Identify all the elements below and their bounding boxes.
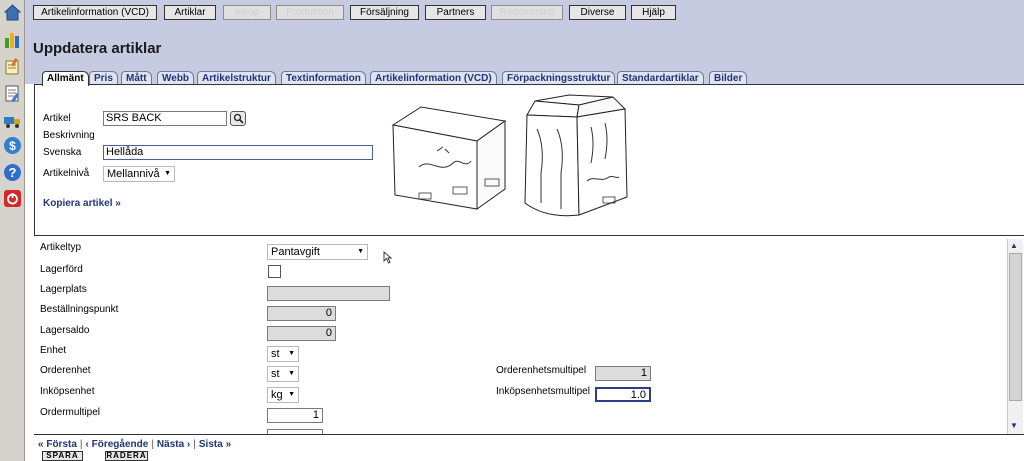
save-button[interactable]: SPARA <box>42 451 83 461</box>
lagerplats-input[interactable] <box>267 286 390 301</box>
mouse-cursor-icon <box>383 251 393 267</box>
pager-next-link[interactable]: Nästa › <box>157 439 190 450</box>
chart-icon[interactable] <box>3 30 22 49</box>
ordermultipel-label: Ordermultipel <box>40 407 101 418</box>
lagersaldo-label: Lagersaldo <box>40 325 90 336</box>
enhet-value: st <box>271 348 280 360</box>
chevron-down-icon: ▼ <box>288 391 295 398</box>
page-title: Uppdatera artiklar <box>33 40 162 57</box>
box-illustration <box>389 99 509 211</box>
divider <box>34 434 1024 435</box>
artikelniva-value: Mellannivå <box>107 168 160 180</box>
bestallningspunkt-input[interactable]: 0 <box>267 306 336 321</box>
pager-first-link[interactable]: « Första <box>38 439 77 450</box>
document-edit-icon[interactable] <box>3 84 22 103</box>
details-panel: Artikeltyp Pantavgift ▼ Lagerförd Lagerp… <box>34 239 1007 434</box>
menu-tab-hjalp[interactable]: Hjälp <box>631 5 676 20</box>
tab-matt[interactable]: Mått <box>121 71 152 85</box>
lagerford-label: Lagerförd <box>40 264 83 275</box>
orderenhetsmultipel-label: Orderenhetsmultipel <box>496 365 587 376</box>
lagersaldo-input[interactable]: 0 <box>267 326 336 341</box>
tab-artikelstruktur[interactable]: Artikelstruktur <box>197 71 276 85</box>
artikelniva-label: Artikelnivå <box>43 168 90 179</box>
menu-tab-partners[interactable]: Partners <box>425 5 486 20</box>
orderenhetsmultipel-input[interactable]: 1 <box>595 366 651 381</box>
tab-standardartiklar[interactable]: Standardartiklar <box>617 71 704 85</box>
kopiera-artikel-link[interactable]: Kopiera artikel » <box>43 198 121 209</box>
truck-icon[interactable] <box>3 111 22 130</box>
dollar-icon[interactable]: $ <box>3 136 22 155</box>
home-icon[interactable] <box>3 3 22 22</box>
ordermultipel-input[interactable]: 1 <box>267 408 323 423</box>
help-icon[interactable]: ? <box>3 163 22 182</box>
artikel-input[interactable]: SRS BACK <box>103 111 227 126</box>
orderenhet-select[interactable]: st ▼ <box>267 366 299 382</box>
inkopsenhetsmultipel-input[interactable]: 1.0 <box>595 387 651 402</box>
tab-pris[interactable]: Pris <box>89 71 118 85</box>
orderenhet-value: st <box>271 368 280 380</box>
tab-webb[interactable]: Webb <box>157 71 195 85</box>
search-button[interactable] <box>230 111 246 126</box>
tab-allmant[interactable]: Allmänt <box>42 71 89 86</box>
menu-tab-redovisning: Redovisning <box>491 5 563 20</box>
menu-tab-artiklar[interactable]: Artiklar <box>164 5 216 20</box>
svenska-input[interactable]: Hellåda <box>103 145 373 160</box>
bottle-carrier-illustration <box>521 93 633 221</box>
lagerplats-label: Lagerplats <box>40 284 87 295</box>
notepad-icon[interactable] <box>3 57 22 76</box>
svg-text:?: ? <box>9 165 17 180</box>
enhet-select[interactable]: st ▼ <box>267 346 299 362</box>
chevron-down-icon: ▼ <box>288 350 295 357</box>
tab-bilder[interactable]: Bilder <box>709 71 748 85</box>
tab-forpackningsstruktur[interactable]: Förpackningsstruktur <box>502 71 616 85</box>
menu-tab-inkop: Inköp <box>223 5 271 20</box>
power-icon[interactable] <box>3 189 22 208</box>
menu-tab-artikelinformation[interactable]: Artikelinformation (VCD) <box>33 5 157 20</box>
chevron-down-icon: ▼ <box>357 248 364 255</box>
scroll-up-icon[interactable]: ▲ <box>1010 241 1018 250</box>
pager-previous-link[interactable]: ‹ Föregående <box>86 439 149 450</box>
chevron-down-icon: ▼ <box>288 370 295 377</box>
inkopsenhet-select[interactable]: kg ▼ <box>267 387 299 403</box>
artikeltyp-select[interactable]: Pantavgift ▼ <box>267 244 368 260</box>
chevron-down-icon: ▼ <box>164 170 171 177</box>
tab-artikelinformation-vcd[interactable]: Artikelinformation (VCD) <box>370 71 497 85</box>
artikeltyp-value: Pantavgift <box>271 246 320 258</box>
inkopsenhetsmultipel-label: Inköpsenhetsmultipel <box>496 386 590 397</box>
pager-last-link[interactable]: Sista » <box>199 439 231 450</box>
svenska-label: Svenska <box>43 147 82 158</box>
menu-tab-produktion: Produktion <box>276 5 344 20</box>
lagerford-checkbox[interactable] <box>268 265 281 278</box>
inkopsenhet-label: Inköpsenhet <box>40 386 95 397</box>
general-panel: Artikel SRS BACK Beskrivning Svenska Hel… <box>34 84 1024 236</box>
svg-text:$: $ <box>9 139 16 153</box>
vertical-scrollbar[interactable]: ▲ ▼ <box>1007 239 1023 434</box>
scrollbar-thumb[interactable] <box>1009 253 1022 401</box>
inkopsenhet-value: kg <box>271 389 283 401</box>
pager: « Första | ‹ Föregående | Nästa › | Sista » <box>38 439 232 450</box>
delete-button[interactable]: RADERA <box>105 451 148 461</box>
menu-tab-diverse[interactable]: Diverse <box>569 5 626 20</box>
bestallningspunkt-label: Beställningspunkt <box>40 304 119 315</box>
app-icon-rail: $ ? <box>0 0 25 461</box>
tab-textinformation[interactable]: Textinformation <box>281 71 366 85</box>
artikel-label: Artikel <box>43 113 71 124</box>
menu-tab-forsaljning[interactable]: Försäljning <box>350 5 419 20</box>
enhet-label: Enhet <box>40 345 67 356</box>
scroll-down-icon[interactable]: ▼ <box>1010 421 1018 430</box>
search-icon <box>233 113 244 127</box>
beskrivning-label: Beskrivning <box>43 130 95 141</box>
artikeltyp-label: Artikeltyp <box>40 242 82 253</box>
artikelniva-select[interactable]: Mellannivå ▼ <box>103 166 175 182</box>
orderenhet-label: Orderenhet <box>40 365 91 376</box>
